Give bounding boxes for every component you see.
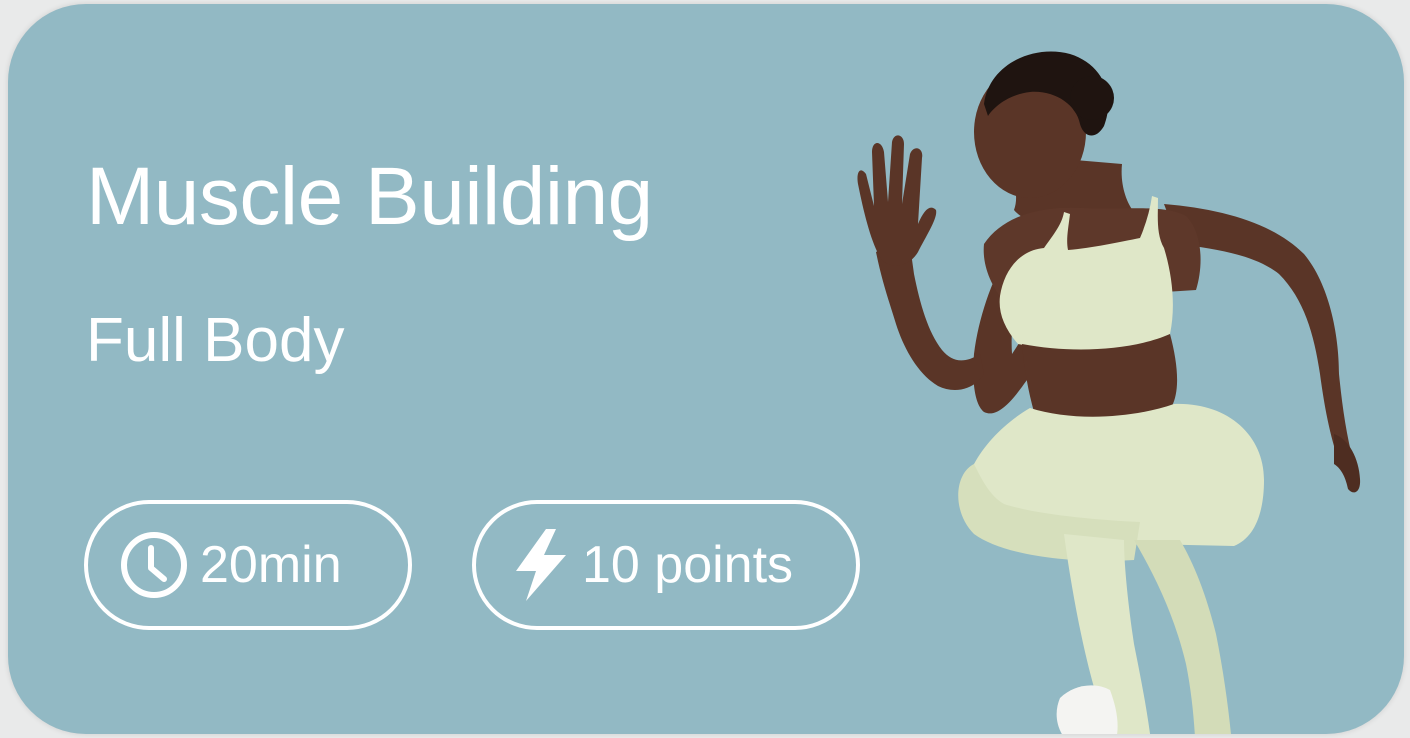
athlete-photo: [857, 51, 1361, 734]
clock-icon: [118, 529, 190, 601]
duration-badge: 20min: [84, 500, 412, 630]
workout-subtitle: Full Body: [86, 306, 345, 375]
points-label: 10 points: [582, 536, 794, 594]
workout-title: Muscle Building: [86, 151, 653, 242]
points-badge: 10 points: [472, 500, 860, 630]
lightning-bolt-icon: [508, 527, 572, 603]
workout-card[interactable]: Muscle Building Full Body 20min 10 point…: [8, 4, 1404, 734]
duration-label: 20min: [200, 536, 342, 594]
